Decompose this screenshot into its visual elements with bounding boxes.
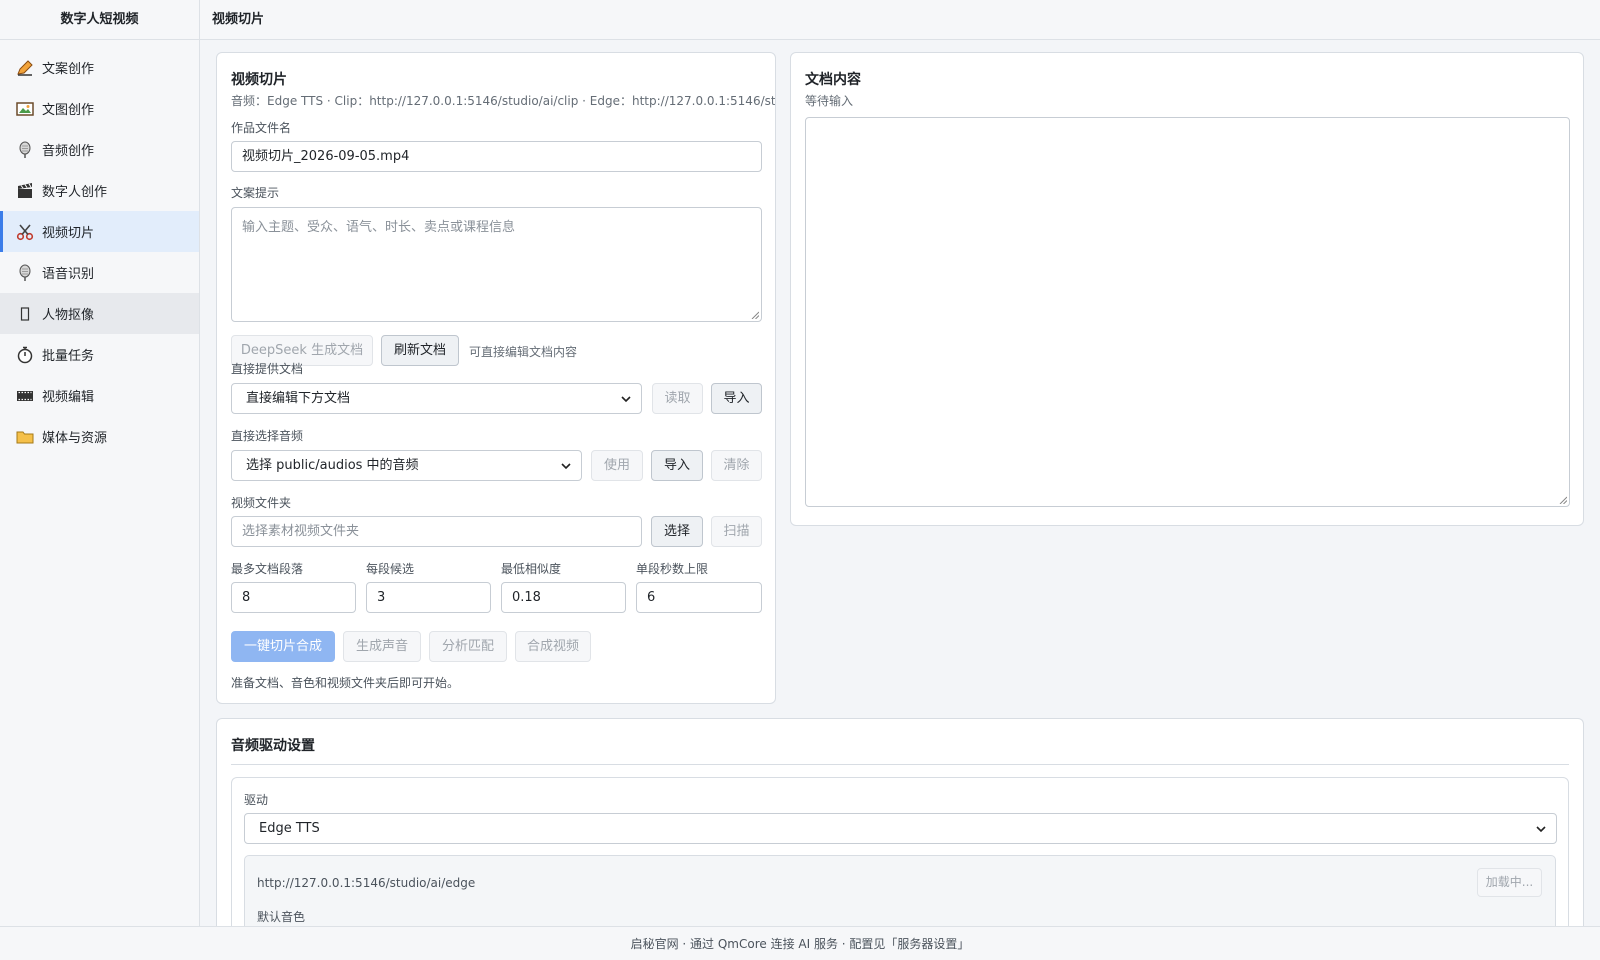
sidebar-item-video-edit[interactable]: 视频编辑 xyxy=(0,375,199,416)
clip-panel-title: 视频切片 xyxy=(231,72,287,88)
clip-status-text: 准备文档、音色和视频文件夹后即可开始。 xyxy=(231,676,460,690)
microphone-icon xyxy=(15,140,35,160)
audio-select[interactable]: 选择 public/audios 中的音频 xyxy=(231,450,582,481)
sidebar-item-digital-human[interactable]: 数字人创作 xyxy=(0,170,199,211)
sidebar-item-label: 文案创作 xyxy=(42,62,95,77)
filename-label: 作品文件名 xyxy=(231,121,292,135)
microphone-icon xyxy=(15,263,35,283)
pencil-icon xyxy=(15,58,35,78)
folder-icon xyxy=(15,427,35,447)
sidebar: 数字人短视频 文案创作 文图创作 音频创作 数字人创作 视频切片 语音识别 人物… xyxy=(0,0,200,926)
audio-panel-divider xyxy=(231,764,1569,765)
sidebar-item-video-clip[interactable]: 视频切片 xyxy=(0,211,199,252)
param-label-min-similarity: 最低相似度 xyxy=(501,562,562,576)
stopwatch-icon xyxy=(15,345,35,365)
sidebar-item-label: 数字人创作 xyxy=(42,185,108,200)
folder-scan-button[interactable]: 扫描 xyxy=(711,516,762,547)
driver-endpoint: http://127.0.0.1:5146/studio/ai/edge xyxy=(257,876,476,890)
footer: 启秘官网 · 通过 QmCore 连接 AI 服务 · 配置见「服务器设置」 xyxy=(0,926,1600,960)
sidebar-item-label: 文图创作 xyxy=(42,103,95,118)
sidebar-item-media-resources[interactable]: 媒体与资源 xyxy=(0,416,199,457)
sidebar-item-label: 人物抠像 xyxy=(42,308,95,323)
prompt-label: 文案提示 xyxy=(231,186,280,200)
refresh-doc-button[interactable]: 刷新文档 xyxy=(381,335,459,366)
app-title: 数字人短视频 xyxy=(0,0,199,40)
person-cutout-icon xyxy=(15,304,35,324)
picture-icon xyxy=(15,99,35,119)
video-folder-input[interactable]: 选择素材视频文件夹 xyxy=(231,516,642,547)
doc-source-value: 直接编辑下方文档 xyxy=(246,391,351,406)
driver-select[interactable]: Edge TTS xyxy=(244,813,1557,844)
sidebar-item-speech-recognition[interactable]: 语音识别 xyxy=(0,252,199,293)
prompt-textarea[interactable]: 输入主题、受众、语气、时长、卖点或课程信息 xyxy=(231,207,762,322)
doc-content-textarea[interactable] xyxy=(805,117,1570,507)
resize-grip-icon[interactable] xyxy=(1559,496,1567,504)
audio-clear-button[interactable]: 清除 xyxy=(711,450,762,481)
audio-use-button[interactable]: 使用 xyxy=(591,450,643,481)
audio-panel-title: 音频驱动设置 xyxy=(231,738,315,754)
sidebar-item-batch-tasks[interactable]: 批量任务 xyxy=(0,334,199,375)
resize-grip-icon[interactable] xyxy=(751,311,759,319)
folder-label: 视频文件夹 xyxy=(231,496,292,510)
candidates-input[interactable]: 3 xyxy=(366,582,491,613)
driver-label: 驱动 xyxy=(244,793,269,807)
film-strip-icon xyxy=(15,386,35,406)
chevron-down-icon xyxy=(1536,814,1546,843)
audio-import-button[interactable]: 导入 xyxy=(651,450,703,481)
chevron-down-icon xyxy=(561,451,571,480)
sidebar-item-label: 音频创作 xyxy=(42,144,95,159)
scissors-icon xyxy=(15,222,35,242)
doc-content-panel: 文档内容 等待输入 xyxy=(790,52,1584,526)
doc-label: 直接提供文档 xyxy=(231,362,304,376)
doc-panel-status: 等待输入 xyxy=(805,94,854,108)
prompt-placeholder: 输入主题、受众、语气、时长、卖点或课程信息 xyxy=(242,220,516,235)
sidebar-item-image-text[interactable]: 文图创作 xyxy=(0,88,199,129)
param-label-candidates: 每段候选 xyxy=(366,562,415,576)
default-voice-label: 默认音色 xyxy=(257,910,306,924)
clip-settings-panel: 视频切片 音频：Edge TTS · Clip：http://127.0.0.1… xyxy=(216,52,776,704)
min-similarity-input[interactable]: 0.18 xyxy=(501,582,626,613)
param-label-max-paragraphs: 最多文档段落 xyxy=(231,562,304,576)
driver-select-value: Edge TTS xyxy=(259,821,320,836)
doc-panel-title: 文档内容 xyxy=(805,72,861,88)
loading-button[interactable]: 加载中... xyxy=(1477,868,1542,897)
generate-voice-button[interactable]: 生成声音 xyxy=(343,631,421,662)
page-title: 视频切片 xyxy=(200,0,1600,40)
nav-list: 文案创作 文图创作 音频创作 数字人创作 视频切片 语音识别 人物抠像 批量任务… xyxy=(0,40,199,457)
clapperboard-icon xyxy=(15,181,35,201)
audio-driver-panel: 音频驱动设置 驱动 Edge TTS http://127.0.0.1:5146… xyxy=(216,718,1584,960)
doc-import-button[interactable]: 导入 xyxy=(711,383,762,414)
param-label-max-seconds: 单段秒数上限 xyxy=(636,562,709,576)
audio-label: 直接选择音频 xyxy=(231,429,304,443)
folder-choose-button[interactable]: 选择 xyxy=(651,516,703,547)
sidebar-item-label: 批量任务 xyxy=(42,349,95,364)
sidebar-item-label: 视频编辑 xyxy=(42,390,95,405)
max-paragraphs-input[interactable]: 8 xyxy=(231,582,356,613)
clip-panel-subtitle: 音频：Edge TTS · Clip：http://127.0.0.1:5146… xyxy=(231,94,775,108)
sidebar-item-person-matting[interactable]: 人物抠像 xyxy=(0,293,199,334)
sidebar-item-label: 语音识别 xyxy=(42,267,95,282)
sidebar-item-copywriting[interactable]: 文案创作 xyxy=(0,47,199,88)
sidebar-item-audio[interactable]: 音频创作 xyxy=(0,129,199,170)
doc-read-button[interactable]: 读取 xyxy=(652,383,703,414)
editable-hint: 可直接编辑文档内容 xyxy=(469,345,578,359)
max-seconds-input[interactable]: 6 xyxy=(636,582,762,613)
chevron-down-icon xyxy=(621,384,631,413)
one-click-clip-button[interactable]: 一键切片合成 xyxy=(231,631,335,662)
doc-source-select[interactable]: 直接编辑下方文档 xyxy=(231,383,642,414)
sidebar-item-label: 媒体与资源 xyxy=(42,431,108,446)
analyze-match-button[interactable]: 分析匹配 xyxy=(429,631,507,662)
compose-video-button[interactable]: 合成视频 xyxy=(515,631,591,662)
audio-select-value: 选择 public/audios 中的音频 xyxy=(246,458,419,473)
filename-input[interactable]: 视频切片_2026-09-05.mp4 xyxy=(231,141,762,172)
sidebar-item-label: 视频切片 xyxy=(42,226,95,241)
